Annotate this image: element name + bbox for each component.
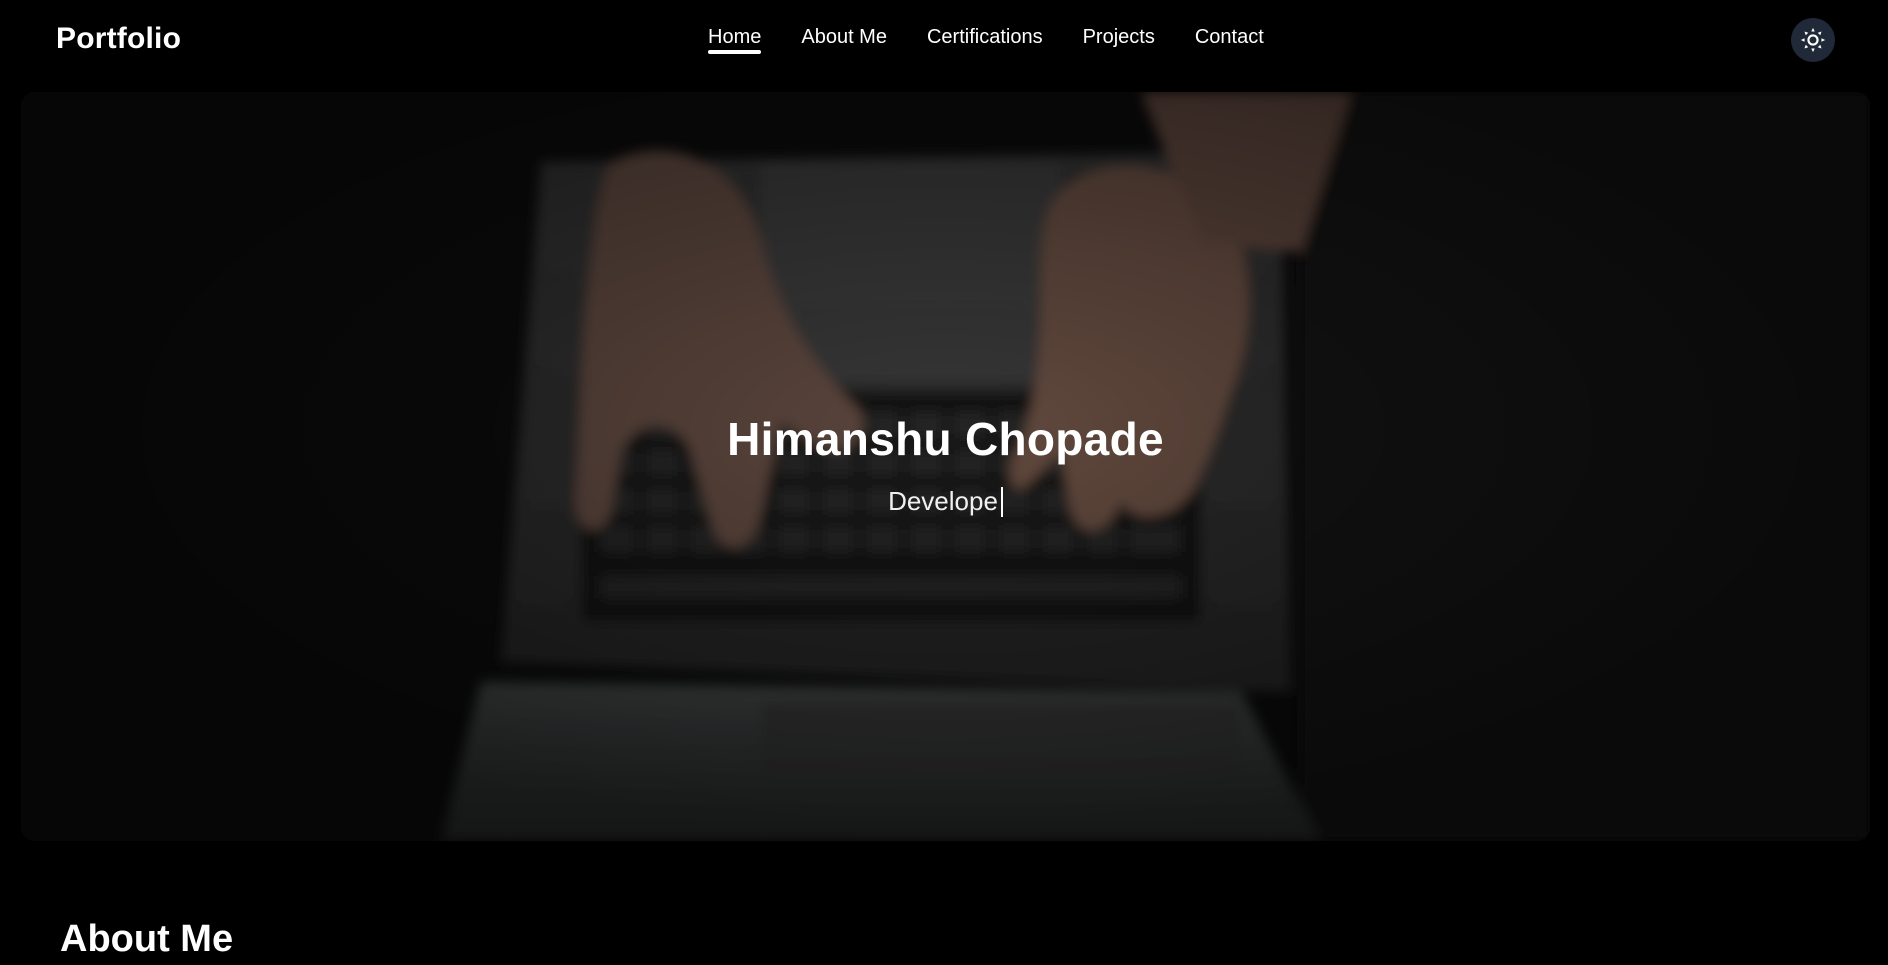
hero-section: Himanshu Chopade Develope (21, 92, 1870, 841)
theme-toggle-button[interactable] (1791, 18, 1835, 62)
typing-cursor (1000, 486, 1003, 517)
brand-logo[interactable]: Portfolio (56, 22, 181, 56)
nav-link-about-me[interactable]: About Me (801, 26, 887, 49)
hero-name: Himanshu Chopade (727, 413, 1164, 465)
hero-content: Himanshu Chopade Develope (21, 412, 1870, 517)
nav-link-contact[interactable]: Contact (1195, 26, 1264, 49)
about-me-heading: About Me (60, 918, 234, 960)
sun-icon (1800, 27, 1826, 53)
nav-link-home[interactable]: Home (708, 26, 762, 54)
nav-link-projects[interactable]: Projects (1083, 26, 1155, 49)
nav-links: Home About Me Certifications Projects Co… (708, 26, 1264, 54)
navbar: Portfolio Home About Me Certifications P… (0, 0, 1888, 80)
hero-role-typing: Develope (888, 486, 1003, 517)
nav-link-certifications[interactable]: Certifications (927, 26, 1043, 49)
hero-role-text: Develope (888, 486, 998, 516)
